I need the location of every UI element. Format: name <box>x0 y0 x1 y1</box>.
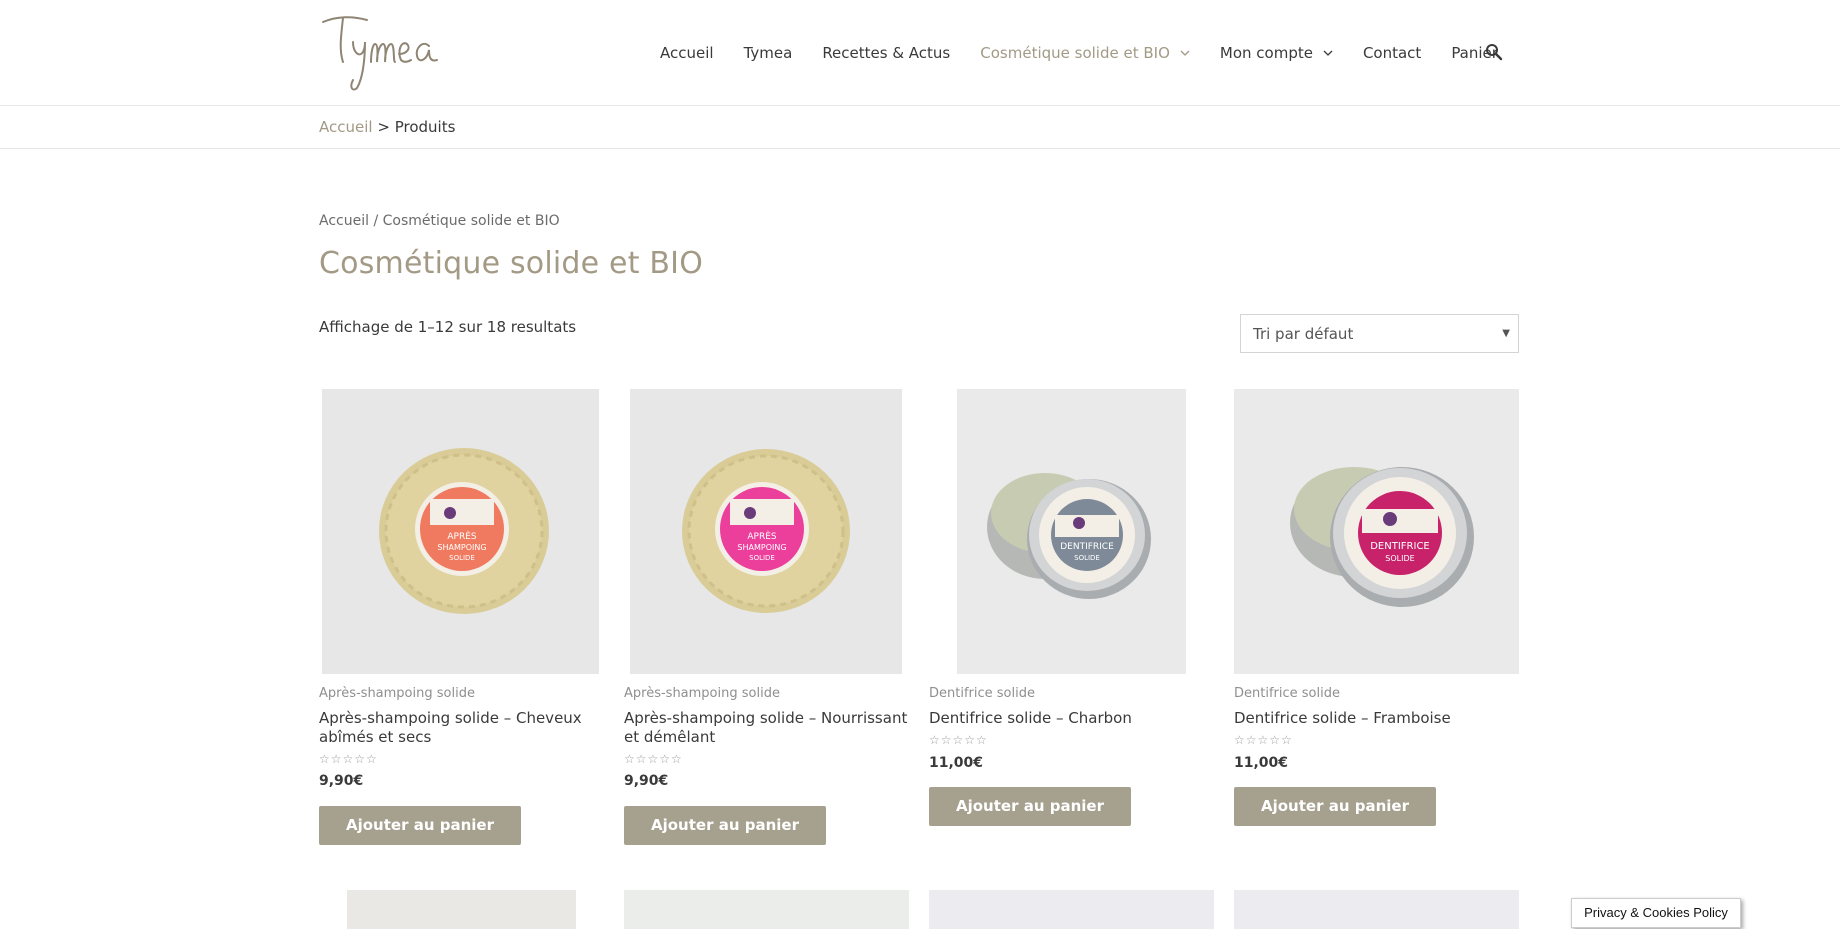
product-price: 9,90€ <box>624 773 669 789</box>
product-price: 11,00€ <box>1234 755 1289 771</box>
svg-text:SHAMPOING: SHAMPOING <box>737 543 786 552</box>
nav-label: Contact <box>1362 44 1422 62</box>
product-category[interactable]: Dentifrice solide <box>929 686 1035 701</box>
result-count: Affichage de 1–12 sur 18 resultats <box>319 318 577 336</box>
product-image[interactable]: DENTIFRICE SOLIDE <box>1234 389 1519 674</box>
site-header: Accueil Tymea Recettes & Actus Cosmétiqu… <box>0 0 1840 106</box>
breadcrumb-home-link[interactable]: Accueil <box>319 118 373 136</box>
soap-image-graphic: APRÈS SHAMPOING SOLIDE <box>630 389 902 674</box>
svg-text:SOLIDE: SOLIDE <box>449 554 475 562</box>
nav-item-accueil[interactable]: Accueil <box>660 44 714 62</box>
rating-stars-icon: ☆☆☆☆☆ <box>319 752 378 766</box>
tin-image-graphic: DENTIFRICE SOLIDE <box>1234 389 1519 674</box>
breadcrumb-bar: Accueil > Produits <box>0 106 1840 149</box>
privacy-cookies-policy-button[interactable]: Privacy & Cookies Policy <box>1571 898 1741 928</box>
nav-item-recettes-actus[interactable]: Recettes & Actus <box>822 44 950 62</box>
nav-item-mon-compte[interactable]: Mon compte <box>1220 44 1333 62</box>
nav-label: Accueil <box>660 44 714 62</box>
product-image[interactable] <box>929 890 1214 929</box>
shop-breadcrumb-separator: / <box>373 213 379 229</box>
shop-breadcrumb-home-link[interactable]: Accueil <box>319 213 369 229</box>
nav-item-tymea[interactable]: Tymea <box>744 44 793 62</box>
chevron-down-icon <box>1180 50 1190 56</box>
search-icon[interactable] <box>1484 42 1504 62</box>
product-image[interactable] <box>624 890 909 929</box>
product-category[interactable]: Dentifrice solide <box>1234 686 1340 701</box>
shop-breadcrumb-current: Cosmétique solide et BIO <box>382 213 560 229</box>
sort-select[interactable]: Tri par défaut ▼ <box>1240 314 1519 353</box>
product-image[interactable] <box>1234 890 1519 929</box>
svg-text:SHAMPOING: SHAMPOING <box>437 543 486 552</box>
nav-label: Tymea <box>743 44 793 62</box>
svg-text:APRÈS: APRÈS <box>447 530 477 542</box>
rating-stars-icon: ☆☆☆☆☆ <box>624 752 683 766</box>
add-to-cart-button[interactable]: Ajouter au panier <box>929 787 1131 826</box>
product-image[interactable] <box>347 890 576 929</box>
add-to-cart-button[interactable]: Ajouter au panier <box>1234 787 1436 826</box>
page-title: Cosmétique solide et BIO <box>319 246 704 281</box>
add-to-cart-button[interactable]: Ajouter au panier <box>319 806 521 845</box>
product-price: 11,00€ <box>929 755 984 771</box>
product-category[interactable]: Après-shampoing solide <box>319 686 475 701</box>
product-title[interactable]: Dentifrice solide – Framboise <box>1234 709 1524 728</box>
product-title[interactable]: Après-shampoing solide – Cheveux abîmés … <box>319 709 609 747</box>
rating-stars-icon: ☆☆☆☆☆ <box>929 733 988 747</box>
product-price: 9,90€ <box>319 773 364 789</box>
product-image[interactable]: DENTIFRICE SOLIDE <box>957 389 1186 674</box>
rating-stars-icon: ☆☆☆☆☆ <box>1234 733 1293 747</box>
breadcrumb-current: Produits <box>394 118 456 136</box>
nav-label: Mon compte <box>1219 44 1313 62</box>
product-title[interactable]: Dentifrice solide – Charbon <box>929 709 1219 728</box>
soap-image-graphic: APRÈS SHAMPOING SOLIDE <box>322 389 599 674</box>
svg-text:DENTIFRICE: DENTIFRICE <box>1060 542 1114 552</box>
nav-label: Cosmétique solide et BIO <box>980 44 1170 62</box>
main-nav: Accueil Tymea Recettes & Actus Cosmétiqu… <box>660 42 1528 64</box>
product-image[interactable]: APRÈS SHAMPOING SOLIDE <box>322 389 599 674</box>
tin-image-graphic: DENTIFRICE SOLIDE <box>957 389 1186 674</box>
sort-selected-value: Tri par défaut <box>1253 325 1354 343</box>
product-title[interactable]: Après-shampoing solide – Nourrissant et … <box>624 709 914 747</box>
breadcrumb-separator: > <box>377 118 390 136</box>
tymea-logo[interactable] <box>319 8 443 94</box>
nav-label: Recettes & Actus <box>822 44 951 62</box>
svg-text:SOLIDE: SOLIDE <box>749 554 775 562</box>
dropdown-arrow-icon: ▼ <box>1502 328 1510 339</box>
chevron-down-icon <box>1323 50 1333 56</box>
svg-text:DENTIFRICE: DENTIFRICE <box>1370 541 1430 552</box>
svg-text:APRÈS: APRÈS <box>747 530 777 542</box>
breadcrumb: Accueil > Produits <box>319 118 455 136</box>
nav-item-cosmetique-solide[interactable]: Cosmétique solide et BIO <box>980 44 1190 62</box>
svg-text:SOLIDE: SOLIDE <box>1385 554 1414 563</box>
svg-text:SOLIDE: SOLIDE <box>1074 554 1100 562</box>
nav-item-contact[interactable]: Contact <box>1363 44 1421 62</box>
product-image[interactable]: APRÈS SHAMPOING SOLIDE <box>630 389 902 674</box>
shop-breadcrumb: Accueil / Cosmétique solide et BIO <box>319 213 560 229</box>
add-to-cart-button[interactable]: Ajouter au panier <box>624 806 826 845</box>
product-category[interactable]: Après-shampoing solide <box>624 686 780 701</box>
